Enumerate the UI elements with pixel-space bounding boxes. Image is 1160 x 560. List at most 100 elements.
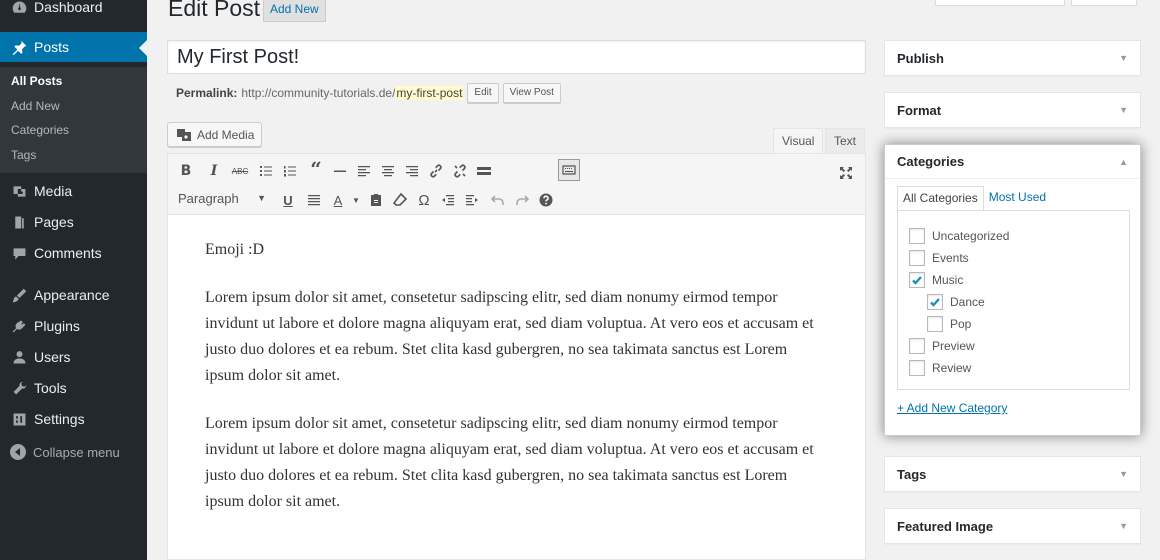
permalink-slug[interactable]: my-first-post: [395, 86, 464, 100]
undo-icon[interactable]: [488, 190, 508, 210]
sidebar-item-appearance[interactable]: Appearance: [0, 280, 147, 310]
sidebar-item-posts[interactable]: Posts: [0, 32, 147, 62]
text-color-icon[interactable]: A: [328, 190, 348, 210]
submenu-tags[interactable]: Tags: [11, 148, 36, 162]
categories-heading[interactable]: Categories: [885, 145, 1140, 179]
add-new-post-button[interactable]: Add New: [263, 0, 326, 22]
category-checkbox-checked[interactable]: [927, 294, 943, 310]
submenu-categories[interactable]: Categories: [11, 123, 69, 137]
tab-visual[interactable]: Visual: [773, 128, 824, 153]
sidebar-item-tools[interactable]: Tools: [0, 373, 147, 403]
sidebar-item-label: Tools: [34, 380, 67, 396]
insert-link-icon[interactable]: [426, 161, 446, 181]
read-more-icon[interactable]: [474, 161, 494, 181]
distraction-free-icon[interactable]: [836, 163, 856, 183]
featured-image-metabox[interactable]: Featured Image ▼: [884, 508, 1141, 544]
blockquote-icon[interactable]: “: [306, 157, 326, 181]
category-item-review[interactable]: Review: [909, 360, 971, 376]
help-tab[interactable]: [1071, 0, 1137, 6]
sidebar-item-settings[interactable]: Settings: [0, 404, 147, 434]
category-checkbox[interactable]: [909, 360, 925, 376]
sidebar-item-comments[interactable]: Comments: [0, 238, 147, 268]
chevron-down-icon[interactable]: ▼: [1119, 469, 1128, 479]
sidebar-item-label: Plugins: [34, 318, 80, 334]
sidebar-item-plugins[interactable]: Plugins: [0, 311, 147, 341]
edit-permalink-button[interactable]: Edit: [467, 83, 499, 103]
editor-content-area[interactable]: Emoji :D Lorem ipsum dolor sit amet, con…: [167, 215, 866, 560]
bold-icon[interactable]: B: [176, 161, 196, 181]
chevron-up-icon[interactable]: ▲: [1119, 157, 1128, 167]
align-left-icon[interactable]: [354, 161, 374, 181]
category-checkbox[interactable]: [909, 228, 925, 244]
view-post-button[interactable]: View Post: [502, 83, 561, 103]
submenu-add-new[interactable]: Add New: [11, 99, 60, 113]
permalink-row: Permalink: http://community-tutorials.de…: [176, 82, 561, 104]
format-select-value: Paragraph: [178, 190, 239, 206]
submenu-all-posts[interactable]: All Posts: [11, 74, 62, 88]
screen-options-tab[interactable]: [935, 0, 1065, 6]
checkmark-icon: [912, 276, 922, 285]
tab-most-used[interactable]: Most Used: [984, 186, 1051, 211]
publish-heading[interactable]: Publish: [885, 41, 1140, 75]
align-center-icon[interactable]: [378, 161, 398, 181]
category-item-pop[interactable]: Pop: [927, 316, 971, 332]
toolbar-toggle-icon[interactable]: [558, 159, 580, 181]
format-select[interactable]: Paragraph ▼: [174, 187, 270, 209]
sidebar-item-media[interactable]: Media: [0, 176, 147, 206]
category-label: Events: [932, 251, 969, 265]
category-tabs: All Categories Most Used: [897, 186, 1051, 211]
post-title-input[interactable]: My First Post!: [167, 40, 866, 74]
category-checkbox[interactable]: [909, 250, 925, 266]
category-item-events[interactable]: Events: [909, 250, 969, 266]
sidebar-item-pages[interactable]: Pages: [0, 207, 147, 237]
format-heading[interactable]: Format: [885, 93, 1140, 127]
italic-icon[interactable]: I: [204, 161, 224, 181]
collapse-menu-button[interactable]: Collapse menu: [0, 440, 147, 464]
category-checkbox[interactable]: [909, 338, 925, 354]
redo-icon[interactable]: [512, 190, 532, 210]
horizontal-line-icon[interactable]: [330, 161, 350, 181]
strikethrough-icon[interactable]: ABC: [230, 161, 250, 181]
category-item-dance[interactable]: Dance: [927, 294, 985, 310]
collapse-icon: [10, 444, 26, 460]
tags-heading[interactable]: Tags: [885, 457, 1140, 491]
sidebar-item-dashboard[interactable]: Dashboard: [0, 0, 147, 22]
help-icon[interactable]: [536, 190, 556, 210]
add-media-button[interactable]: Add Media: [167, 122, 262, 147]
align-right-icon[interactable]: [402, 161, 422, 181]
indent-icon[interactable]: [462, 190, 482, 210]
tab-text[interactable]: Text: [825, 128, 866, 153]
format-metabox[interactable]: Format ▼: [884, 92, 1141, 128]
chevron-down-icon[interactable]: ▼: [1119, 521, 1128, 531]
category-item-music[interactable]: Music: [909, 272, 963, 288]
chevron-down-icon[interactable]: ▼: [1119, 105, 1128, 115]
chevron-down-icon[interactable]: ▼: [1119, 53, 1128, 63]
clear-formatting-icon[interactable]: [390, 190, 410, 210]
add-new-category-link[interactable]: + Add New Category: [897, 401, 1007, 415]
remove-link-icon[interactable]: [450, 161, 470, 181]
bulleted-list-icon[interactable]: [256, 161, 276, 181]
category-checkbox[interactable]: [927, 316, 943, 332]
sidebar-item-users[interactable]: Users: [0, 342, 147, 372]
special-character-icon[interactable]: Ω: [414, 190, 434, 210]
paste-text-icon[interactable]: [366, 190, 386, 210]
media-icon: [177, 128, 191, 141]
justify-icon[interactable]: [304, 190, 324, 210]
category-checkbox-checked[interactable]: [909, 272, 925, 288]
outdent-icon[interactable]: [438, 190, 458, 210]
tab-all-categories[interactable]: All Categories: [897, 186, 984, 211]
numbered-list-icon[interactable]: [280, 161, 300, 181]
category-label: Music: [932, 273, 964, 287]
permalink-label: Permalink:: [176, 86, 238, 100]
sidebar-item-label: Posts: [34, 39, 70, 55]
featured-image-heading[interactable]: Featured Image: [885, 509, 1140, 543]
category-item-preview[interactable]: Preview: [909, 338, 975, 354]
tags-metabox[interactable]: Tags ▼: [884, 456, 1141, 492]
chevron-down-icon[interactable]: ▼: [346, 190, 366, 210]
category-item-uncategorized[interactable]: Uncategorized: [909, 228, 1009, 244]
sidebar-item-label: Settings: [34, 411, 85, 427]
chevron-down-icon: ▼: [257, 193, 266, 203]
underline-icon[interactable]: U: [278, 190, 298, 210]
pin-icon: [9, 37, 29, 57]
publish-metabox[interactable]: Publish ▼: [884, 40, 1141, 76]
